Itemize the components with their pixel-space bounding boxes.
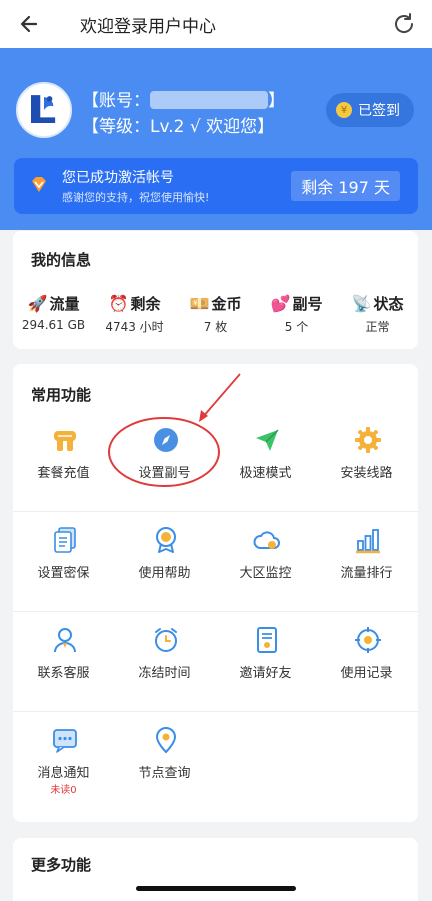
- invite-doc-icon: [257, 627, 277, 653]
- func-label: 联系客服: [37, 666, 90, 681]
- func-usage-help[interactable]: 使用帮助: [114, 512, 215, 611]
- activation-subtitle: 感谢您的支持，祝您使用愉快!: [62, 191, 210, 204]
- info-value: 5 个: [284, 320, 309, 334]
- info-item-traffic[interactable]: 🚀 流量 294.61 GB: [13, 293, 94, 335]
- func-turbo-mode[interactable]: 极速模式: [215, 412, 316, 511]
- func-label: 套餐充值: [37, 466, 90, 481]
- info-item-sub-accounts[interactable]: 💕 副号 5 个: [256, 293, 337, 335]
- func-set-sub-account[interactable]: 设置副号: [114, 412, 215, 511]
- alarm-clock-icon: ⏰: [108, 294, 129, 313]
- target-icon: [355, 627, 381, 653]
- func-region-monitor[interactable]: 大区监控: [215, 512, 316, 611]
- func-label: 大区监控: [239, 566, 292, 581]
- func-label: 安装线路: [340, 466, 393, 481]
- common-functions-title: 常用功能: [31, 386, 92, 404]
- info-value: 正常: [365, 320, 390, 334]
- cloud-icon: [253, 531, 280, 549]
- grid-row: 联系客服 冻结时间 邀请好友 使用记录: [13, 612, 418, 712]
- home-indicator[interactable]: [136, 886, 296, 891]
- avatar[interactable]: [16, 82, 72, 138]
- package-recharge-icon: [54, 431, 76, 451]
- functions-grid: 套餐充值 设置副号 极速模式 安装线路 设置密保 使用帮助 大区监控 流量排行 …: [13, 412, 418, 812]
- user-service-icon: [54, 628, 76, 653]
- func-label: 设置密保: [37, 566, 90, 581]
- func-package-recharge[interactable]: 套餐充值: [13, 412, 114, 511]
- account-prefix: 【账号：: [82, 91, 150, 111]
- gold-coin-icon: 💴: [189, 294, 210, 313]
- func-label: 使用帮助: [138, 566, 191, 581]
- info-value: 7 枚: [203, 320, 228, 334]
- grid-row: 设置密保 使用帮助 大区监控 流量排行: [13, 512, 418, 612]
- info-item-coins[interactable]: 💴 金币 7 枚: [175, 293, 256, 335]
- satellite-icon: 📡: [351, 294, 372, 313]
- func-label: 节点查询: [138, 766, 191, 781]
- info-value: 294.61 GB: [21, 318, 86, 332]
- func-message-notice[interactable]: 消息通知 未读0: [13, 712, 114, 812]
- my-info-title: 我的信息: [31, 251, 92, 269]
- location-shield-icon: [155, 726, 177, 754]
- gear-icon: [355, 427, 381, 453]
- info-label: 金币: [211, 295, 242, 313]
- account-suffix: 】: [268, 91, 285, 111]
- compass-icon: [154, 428, 178, 452]
- rocket-icon: 🚀: [27, 294, 48, 313]
- info-item-remaining[interactable]: ⏰ 剩余 4743 小时: [94, 293, 175, 335]
- refresh-icon[interactable]: [390, 10, 418, 38]
- func-label: 邀请好友: [239, 666, 292, 681]
- info-label: 流量: [49, 295, 80, 313]
- back-arrow-icon[interactable]: [16, 10, 44, 38]
- info-label: 剩余: [130, 295, 161, 313]
- func-install-route[interactable]: 安装线路: [316, 412, 417, 511]
- level-line: 【等级：Lv.2 √ 欢迎您】: [82, 117, 275, 137]
- activation-banner: 您已成功激活帐号 感谢您的支持，祝您使用愉快! 剩余 197 天: [14, 158, 418, 214]
- info-label: 副号: [292, 295, 323, 313]
- func-traffic-ranking[interactable]: 流量排行: [316, 512, 417, 611]
- common-functions-card: 常用功能 套餐充值 设置副号 极速模式 安装线路 设置密保 使用帮助 大区监控 …: [13, 364, 418, 822]
- info-item-status[interactable]: 📡 状态 正常: [337, 293, 418, 335]
- top-bar: 欢迎登录用户中心: [0, 0, 432, 48]
- func-label: 流量排行: [340, 566, 393, 581]
- func-label: 使用记录: [340, 666, 393, 681]
- func-label: 消息通知: [37, 766, 90, 781]
- bar-chart-icon: [356, 529, 380, 554]
- remaining-days: 剩余 197 天: [291, 171, 400, 201]
- page-title: 欢迎登录用户中心: [80, 17, 216, 37]
- more-functions-title: 更多功能: [31, 856, 92, 874]
- func-usage-records[interactable]: 使用记录: [316, 612, 417, 711]
- func-contact-service[interactable]: 联系客服: [13, 612, 114, 711]
- paper-plane-icon: [256, 429, 279, 451]
- my-info-card: 我的信息 🚀 流量 294.61 GB ⏰ 剩余 4743 小时 💴 金币 7 枚 💕…: [13, 231, 418, 349]
- empty-cell: [215, 712, 316, 812]
- empty-cell: [316, 712, 417, 812]
- func-set-security[interactable]: 设置密保: [13, 512, 114, 611]
- func-node-query[interactable]: 节点查询: [114, 712, 215, 812]
- grid-row: 消息通知 未读0 节点查询: [13, 712, 418, 812]
- logo-icon: [19, 85, 65, 131]
- hearts-icon: 💕: [270, 294, 291, 313]
- alarm-icon: [155, 628, 177, 652]
- medal-icon: [156, 527, 176, 553]
- func-freeze-time[interactable]: 冻结时间: [114, 612, 215, 711]
- my-info-row: 🚀 流量 294.61 GB ⏰ 剩余 4743 小时 💴 金币 7 枚 💕 副号 5 …: [13, 293, 418, 335]
- func-label: 冻结时间: [138, 666, 191, 681]
- more-functions-card: 更多功能: [13, 838, 418, 901]
- info-label: 状态: [373, 295, 404, 313]
- func-label: 设置副号: [138, 466, 191, 481]
- info-value: 4743 小时: [105, 320, 164, 334]
- activation-title: 您已成功激活帐号: [62, 170, 174, 186]
- signed-in-label: 已签到: [358, 103, 400, 119]
- documents-icon: [54, 527, 76, 553]
- grid-row: 套餐充值 设置副号 极速模式 安装线路: [13, 412, 418, 512]
- account-line: 【账号： 】: [82, 86, 285, 111]
- unread-count: 未读0: [50, 785, 77, 796]
- signed-in-button[interactable]: ¥ 已签到: [326, 93, 414, 127]
- account-masked: [150, 91, 268, 109]
- coin-icon: ¥: [336, 102, 352, 118]
- message-icon: [53, 729, 77, 753]
- func-invite-friends[interactable]: 邀请好友: [215, 612, 316, 711]
- func-label: 极速模式: [239, 466, 292, 481]
- diamond-icon: [32, 177, 46, 192]
